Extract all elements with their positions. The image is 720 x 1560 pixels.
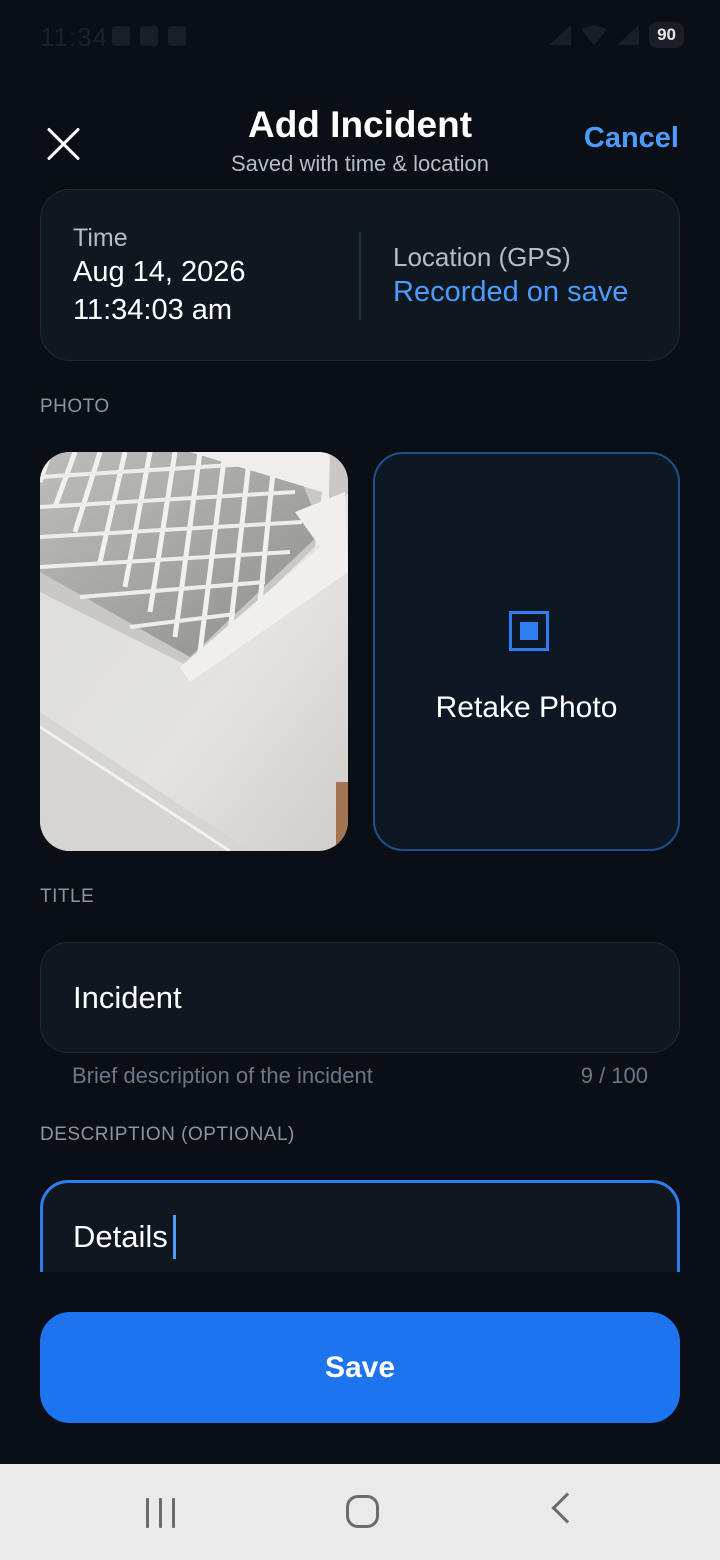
mute-icon <box>549 25 572 45</box>
wifi-icon <box>581 25 608 45</box>
description-input[interactable]: Details <box>40 1180 680 1272</box>
back-icon[interactable] <box>551 1492 583 1524</box>
divider <box>359 232 361 320</box>
page-title-text: Add Incident <box>247 104 473 145</box>
status-indicators: 90 <box>549 22 684 48</box>
title-input-value: Incident <box>73 980 182 1015</box>
time-label: Time <box>73 224 128 252</box>
home-icon[interactable] <box>346 1495 379 1528</box>
status-bar: 11:34 90 <box>0 0 720 74</box>
status-time: 11:34 <box>40 22 109 52</box>
add-incident-screen: 11:34 90 Add Incident Saved with time & … <box>0 0 720 1560</box>
notification-icon <box>112 26 130 46</box>
camera-capture-icon <box>509 611 549 651</box>
notification-icon <box>140 26 158 46</box>
title-helper-text: Brief description of the incident <box>72 1063 373 1088</box>
title-char-counter: 9 / 100 <box>580 1063 648 1088</box>
notification-icon <box>168 26 186 46</box>
battery-indicator: 90 <box>649 22 684 48</box>
recent-apps-icon[interactable] <box>146 1498 178 1528</box>
time-location-card: Time Aug 14, 2026 11:34:03 am Location (… <box>40 189 680 361</box>
location-value: Recorded on save <box>393 276 629 308</box>
photo-section-label: PHOTO <box>40 396 110 417</box>
title-section-label: TITLE <box>40 886 95 907</box>
incident-photo[interactable] <box>40 452 348 851</box>
location-label: Location (GPS) <box>393 242 571 272</box>
photo-image <box>40 452 348 851</box>
time-clock: 11:34:03 am <box>73 294 233 326</box>
title-input[interactable]: Incident <box>40 942 680 1053</box>
cancel-button[interactable]: Cancel <box>584 122 679 155</box>
retake-photo-button[interactable]: Retake Photo <box>373 452 680 851</box>
retake-photo-label: Retake Photo <box>435 691 618 724</box>
time-date: Aug 14, 2026 <box>73 256 246 288</box>
system-nav-bar <box>0 1464 720 1560</box>
notification-icons <box>112 26 186 46</box>
text-cursor <box>173 1215 176 1259</box>
signal-icon <box>617 25 640 45</box>
description-input-value: Details <box>73 1219 168 1254</box>
save-button[interactable]: Save <box>40 1312 680 1423</box>
description-section-label: DESCRIPTION (OPTIONAL) <box>40 1124 295 1145</box>
